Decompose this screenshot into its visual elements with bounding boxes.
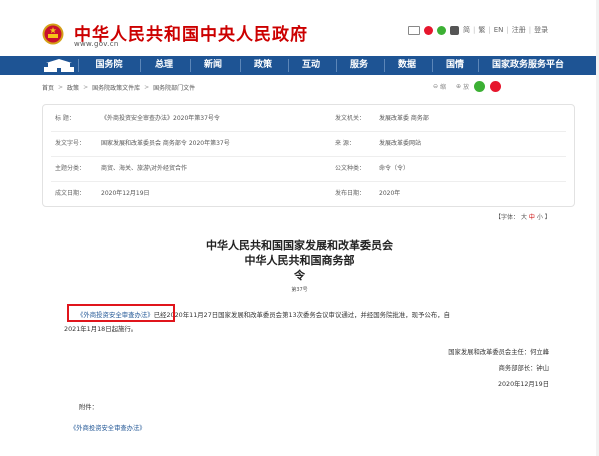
written-date-value: 2020年12月19日 xyxy=(101,190,150,197)
zoom-in-label[interactable]: 放 xyxy=(463,82,469,91)
sign-date: 2020年12月19日 xyxy=(498,381,549,388)
nav-divider xyxy=(288,59,289,72)
body-line2: 2021年1月18日起施行。 xyxy=(64,325,138,333)
breadcrumb-department-docs[interactable]: 国务院部门文件 xyxy=(153,83,195,92)
page-tools: ⊖ 缩 ⊕ 放 xyxy=(433,79,502,93)
publish-date-value: 2020年 xyxy=(379,190,401,197)
link-register[interactable]: 注册 xyxy=(512,25,526,35)
nav-divider xyxy=(384,59,385,72)
tiananmen-home-icon[interactable] xyxy=(42,58,76,73)
attachment-link[interactable]: 《外商投资安全审查办法》 xyxy=(70,423,146,432)
attachment-label: 附件： xyxy=(79,404,98,411)
zoom-out-icon[interactable]: ⊖ xyxy=(433,83,438,90)
weibo-share-icon[interactable] xyxy=(490,80,502,92)
nav-divider xyxy=(190,59,191,72)
top-links: 简 | 繁 | EN | 注册 | 登录 xyxy=(408,24,548,36)
info-row: 标 题： 《外商投资安全审查办法》2020年第37号令 发文机关： 发展改革委 … xyxy=(51,107,566,132)
wechat-icon[interactable] xyxy=(437,25,446,35)
breadcrumb: 首页 > 政策 > 国务院政策文件库 > 国务院部门文件 xyxy=(42,83,196,92)
national-emblem-icon[interactable] xyxy=(42,23,64,45)
font-size-medium[interactable]: 中 xyxy=(529,214,535,221)
topic-label: 主题分类： xyxy=(55,165,86,172)
body-line1-rest: 已经2020年11月27日国家发展和改革委员会第13次委务会议审议通过，并经国务… xyxy=(153,311,450,319)
highlight-annotation xyxy=(67,304,175,322)
doc-number-label: 发文字号： xyxy=(55,140,86,147)
signer-ndrc: 国家发展和改革委员会主任：何立峰 xyxy=(448,349,549,356)
nav-divider xyxy=(240,59,241,72)
nav-item-national-info[interactable]: 国情 xyxy=(435,56,475,75)
nav-item-services[interactable]: 服务 xyxy=(339,56,379,75)
font-size-suffix: 】 xyxy=(544,214,551,221)
publish-date-label: 发布日期： xyxy=(335,190,366,197)
link-login[interactable]: 登录 xyxy=(534,25,548,35)
breadcrumb-policy[interactable]: 政策 xyxy=(67,83,79,92)
breadcrumb-home[interactable]: 首页 xyxy=(42,83,54,92)
site-header: 中华人民共和国中央人民政府 www.gov.cn 简 | 繁 | EN | 注册 | 登… xyxy=(0,0,599,56)
nav-divider xyxy=(140,59,141,72)
nav-item-news[interactable]: 新闻 xyxy=(193,56,233,75)
document-title-line3: 令 xyxy=(294,269,305,282)
title-label: 标 题： xyxy=(55,115,75,122)
title-value: 《外商投资安全审查办法》2020年第37号令 xyxy=(101,115,220,122)
source-label: 来 源： xyxy=(335,140,355,147)
link-simplified[interactable]: 简 xyxy=(463,25,470,35)
document-info-table: 标 题： 《外商投资安全审查办法》2020年第37号令 发文机关： 发展改革委 … xyxy=(42,104,575,207)
mail-icon[interactable] xyxy=(408,25,420,35)
topic-value: 商贸、海关、旅游\对外经贸合作 xyxy=(101,165,188,172)
font-size-prefix: 【字体： xyxy=(495,214,520,221)
doc-type-value: 命令（令） xyxy=(379,165,410,172)
nav-item-interaction[interactable]: 互动 xyxy=(291,56,331,75)
nav-item-policy[interactable]: 政策 xyxy=(243,56,283,75)
app-icon[interactable] xyxy=(450,25,459,35)
doc-type-label: 公文种类： xyxy=(335,165,366,172)
info-row: 成文日期： 2020年12月19日 发布日期： 2020年 xyxy=(51,182,566,206)
nav-item-service-platform[interactable]: 国家政务服务平台 xyxy=(483,56,573,75)
breadcrumb-policy-library[interactable]: 国务院政策文件库 xyxy=(92,83,140,92)
issuer-value: 发展改革委 商务部 xyxy=(379,115,429,122)
doc-number-value: 国家发展和改革委员会 商务部令 2020年第37号 xyxy=(101,140,230,147)
zoom-out-label[interactable]: 缩 xyxy=(440,82,446,91)
nav-divider xyxy=(78,59,79,72)
nav-divider xyxy=(478,59,479,72)
document-number: 第37号 xyxy=(291,287,308,293)
document-title-line2: 中华人民共和国商务部 xyxy=(244,254,355,267)
nav-item-premier[interactable]: 总理 xyxy=(144,56,184,75)
info-row: 发文字号： 国家发展和改革委员会 商务部令 2020年第37号 来 源： 发展改… xyxy=(51,132,566,157)
font-size-large[interactable]: 大 xyxy=(521,214,527,221)
font-size-small[interactable]: 小 xyxy=(537,214,543,221)
nav-item-state-council[interactable]: 国务院 xyxy=(84,56,134,75)
written-date-label: 成文日期： xyxy=(55,190,86,197)
zoom-in-icon[interactable]: ⊕ xyxy=(456,83,461,90)
nav-divider xyxy=(336,59,337,72)
font-size-control: 【字体： 大 中 小 】 xyxy=(495,212,551,221)
wechat-share-icon[interactable] xyxy=(474,80,486,92)
main-nav: 国务院 总理 新闻 政策 互动 服务 数据 国情 国家政务服务平台 xyxy=(0,56,599,75)
issuer-label: 发文机关： xyxy=(335,115,366,122)
weibo-icon[interactable] xyxy=(424,25,433,35)
link-english[interactable]: EN xyxy=(494,26,504,34)
site-url: www.gov.cn xyxy=(74,40,119,48)
signer-mofcom: 商务部部长：钟山 xyxy=(498,365,549,372)
nav-item-data[interactable]: 数据 xyxy=(387,56,427,75)
source-value: 发展改革委网站 xyxy=(379,140,422,147)
info-row: 主题分类： 商贸、海关、旅游\对外经贸合作 公文种类： 命令（令） xyxy=(51,157,566,182)
document-title-line1: 中华人民共和国国家发展和改革委员会 xyxy=(206,239,393,252)
nav-divider xyxy=(432,59,433,72)
link-traditional[interactable]: 繁 xyxy=(478,25,485,35)
